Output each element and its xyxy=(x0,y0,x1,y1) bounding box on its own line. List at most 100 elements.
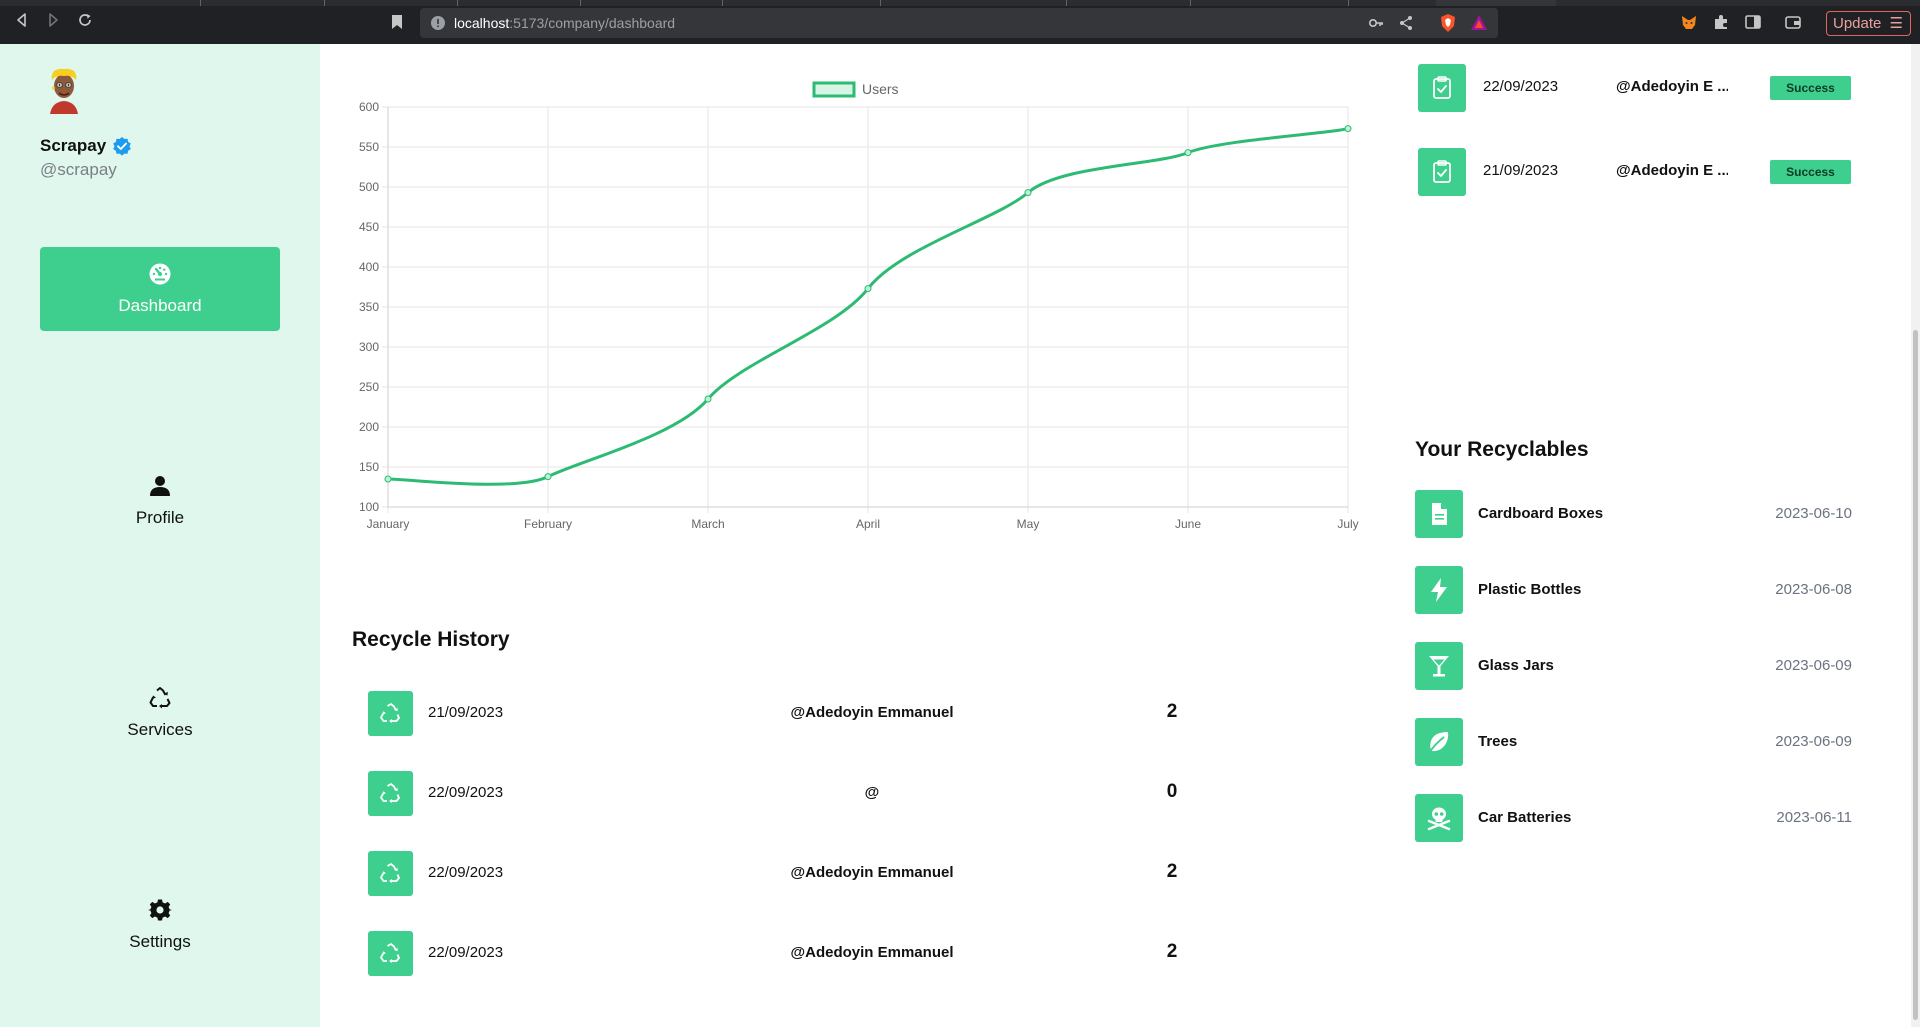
bookmark-icon[interactable] xyxy=(388,13,406,31)
table-row[interactable]: 22/09/2023 @Adedoyin Emmanuel 2 xyxy=(352,930,1332,978)
y-tick-label: 550 xyxy=(359,140,379,154)
brave-shields-icon[interactable] xyxy=(1438,13,1458,33)
recyclable-date: 2023-06-11 xyxy=(1776,809,1852,826)
tab-separator xyxy=(880,0,881,6)
user-icon xyxy=(150,476,170,496)
sidebar: Scrapay @scrapay Dashboard Profile Servi… xyxy=(0,44,320,1027)
list-item[interactable]: Plastic Bottles 2023-06-08 xyxy=(1415,566,1852,614)
list-item[interactable]: Car Batteries 2023-06-11 xyxy=(1415,794,1852,842)
sidebar-item-services[interactable]: Services xyxy=(40,671,280,755)
icon-tile xyxy=(368,931,413,976)
recycle-user: @ xyxy=(864,784,880,801)
sidebar-item-label: Dashboard xyxy=(118,296,202,315)
recycle-count: 0 xyxy=(1166,781,1178,802)
extensions-puzzle-icon[interactable] xyxy=(1712,13,1730,31)
sidebar-item-dashboard[interactable]: Dashboard xyxy=(40,247,280,331)
recycle-count: 2 xyxy=(1166,861,1178,882)
clipboard-check-icon xyxy=(1433,160,1451,183)
reload-icon xyxy=(79,14,91,26)
sidebar-item-label: Profile xyxy=(135,508,185,527)
transaction-row[interactable]: 21/09/2023 @Adedoyin E ... Success xyxy=(1418,148,1852,196)
y-tick-label: 150 xyxy=(359,460,379,474)
tab-separator xyxy=(1348,0,1349,6)
recycle-icon xyxy=(379,782,400,803)
x-tick-label: May xyxy=(1017,517,1040,531)
status-badge: Success xyxy=(1770,76,1851,100)
recyclable-name: Car Batteries xyxy=(1478,809,1572,826)
recycle-icon xyxy=(379,702,400,723)
wallet-icon[interactable] xyxy=(1784,13,1802,31)
update-label: Update xyxy=(1833,15,1882,32)
key-icon[interactable] xyxy=(1368,15,1384,31)
recycle-date: 21/09/2023 xyxy=(428,704,504,721)
address-bar[interactable]: localhost:5173/company/dashboard xyxy=(420,8,1498,38)
y-tick-label: 500 xyxy=(359,180,379,194)
forward-button[interactable] xyxy=(43,12,63,32)
sidebar-toggle-icon[interactable] xyxy=(1744,13,1762,31)
recyclable-name: Glass Jars xyxy=(1478,657,1554,674)
tab-strip[interactable] xyxy=(0,0,1920,6)
gear-icon xyxy=(148,899,172,921)
menu-icon: ☰ xyxy=(1889,15,1903,32)
recycle-date: 22/09/2023 xyxy=(428,944,504,961)
list-item[interactable]: Trees 2023-06-09 xyxy=(1415,718,1852,766)
metamask-extension-icon[interactable] xyxy=(1680,13,1698,31)
icon-tile xyxy=(1415,794,1463,842)
recycle-icon xyxy=(379,862,400,883)
verified-badge-icon xyxy=(113,137,131,156)
url-text[interactable]: localhost:5173/company/dashboard xyxy=(454,14,675,32)
share-icon[interactable] xyxy=(1398,15,1414,31)
recyclable-name: Plastic Bottles xyxy=(1478,581,1582,598)
tab-separator xyxy=(1066,0,1067,6)
cocktail-glass-icon xyxy=(1429,656,1449,677)
tab-separator xyxy=(722,0,723,6)
transaction-row[interactable]: 22/09/2023 @Adedoyin E ... Success xyxy=(1418,64,1852,112)
recycle-icon xyxy=(149,687,171,709)
clipboard-check-icon xyxy=(1433,76,1451,99)
icon-tile xyxy=(368,851,413,896)
y-tick-label: 400 xyxy=(359,260,379,274)
table-row[interactable]: 22/09/2023 @Adedoyin Emmanuel 2 xyxy=(352,850,1332,898)
brave-rewards-icon[interactable] xyxy=(1470,14,1488,32)
table-row[interactable]: 21/09/2023 @Adedoyin Emmanuel 2 xyxy=(352,690,1332,738)
recyclable-date: 2023-06-10 xyxy=(1775,505,1852,522)
brand-name-text: Scrapay xyxy=(40,136,107,155)
data-point xyxy=(1344,125,1352,133)
recycle-count: 2 xyxy=(1166,941,1178,962)
x-tick-label: June xyxy=(1175,517,1201,531)
x-tick-label: July xyxy=(1337,517,1358,531)
icon-tile xyxy=(368,691,413,736)
data-point xyxy=(864,285,872,293)
chart-canvas: 100 150 200 250 300 350 400 450 500 550 600 January… xyxy=(359,81,1359,531)
transaction-user: @Adedoyin E ... xyxy=(1616,78,1728,95)
y-tick-label: 450 xyxy=(359,220,379,234)
table-row[interactable]: 22/09/2023 @0 xyxy=(352,770,1332,818)
recycle-date: 22/09/2023 xyxy=(428,864,504,881)
scrollbar-thumb[interactable] xyxy=(1913,330,1918,1020)
sidebar-item-settings[interactable]: Settings xyxy=(40,883,280,967)
recyclable-name: Cardboard Boxes xyxy=(1478,505,1604,522)
legend-label: Users xyxy=(862,81,899,97)
y-tick-label: 250 xyxy=(359,380,379,394)
sidebar-item-profile[interactable]: Profile xyxy=(40,459,280,543)
document-icon xyxy=(1432,503,1447,525)
list-item[interactable]: Cardboard Boxes 2023-06-10 xyxy=(1415,490,1852,538)
update-button[interactable]: Update ☰ xyxy=(1826,11,1911,36)
brand-name: Scrapay xyxy=(40,136,132,156)
x-tick-label: April xyxy=(856,517,880,531)
active-tab[interactable] xyxy=(1436,0,1556,6)
site-info-icon[interactable] xyxy=(430,15,446,31)
list-item[interactable]: Glass Jars 2023-06-09 xyxy=(1415,642,1852,690)
y-tick-label: 600 xyxy=(359,100,379,114)
recycle-count: 2 xyxy=(1166,701,1178,722)
y-tick-label: 100 xyxy=(359,500,379,514)
recycle-icon xyxy=(379,942,400,963)
icon-tile xyxy=(1415,642,1463,690)
icon-tile xyxy=(1415,566,1463,614)
recyclable-date: 2023-06-09 xyxy=(1775,733,1852,750)
avatar[interactable] xyxy=(44,66,84,114)
recyclable-date: 2023-06-09 xyxy=(1775,657,1852,674)
y-tick-label: 300 xyxy=(359,340,379,354)
reload-button[interactable] xyxy=(75,12,95,32)
back-button[interactable] xyxy=(12,12,32,32)
